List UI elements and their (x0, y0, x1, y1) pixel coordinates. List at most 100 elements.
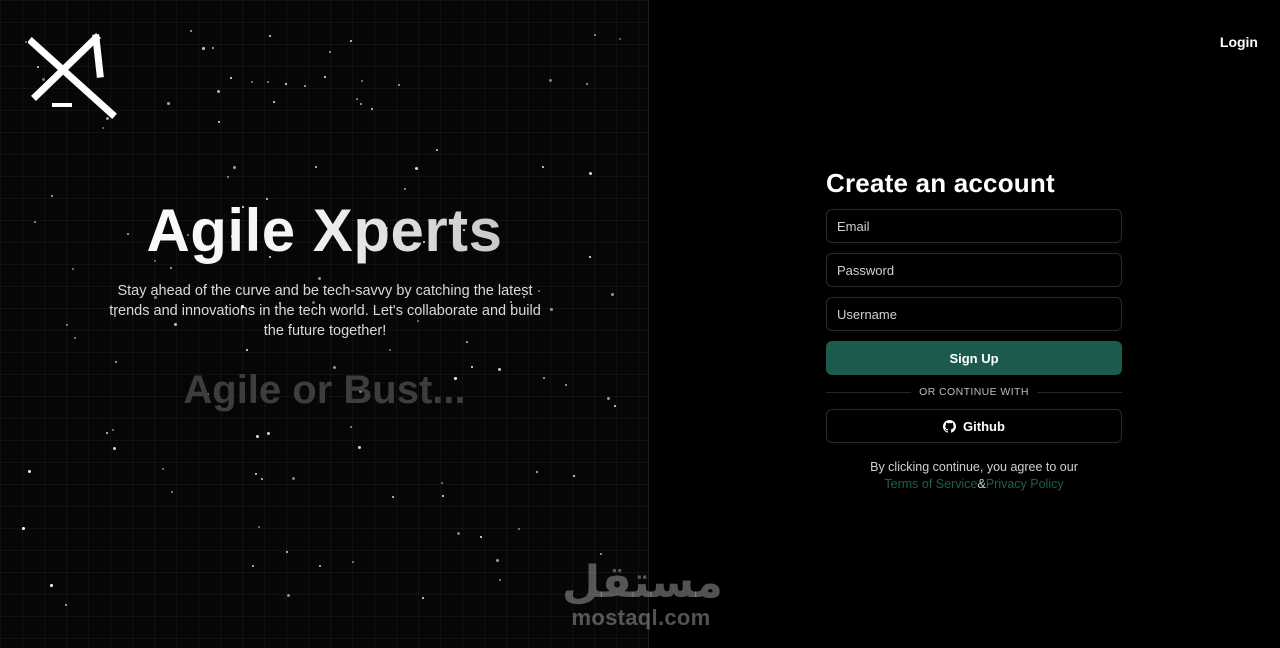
star-dot (304, 85, 306, 87)
hero-title: Agile Xperts (0, 196, 648, 265)
star-dot (258, 526, 260, 528)
divider-text: OR CONTINUE WITH (911, 386, 1037, 398)
mostaql-watermark: مستقل mostaql.com (562, 560, 723, 636)
email-field[interactable] (826, 209, 1122, 243)
star-dot (292, 477, 295, 480)
star-dot (589, 172, 592, 175)
star-dot (422, 597, 424, 599)
star-dot (22, 527, 25, 530)
star-dot (360, 103, 362, 105)
star-dot (66, 324, 68, 326)
username-field[interactable] (826, 297, 1122, 331)
github-button[interactable]: Github (826, 409, 1122, 443)
star-dot (167, 102, 170, 105)
star-dot (273, 101, 275, 103)
star-dot (619, 38, 621, 40)
star-dot (233, 166, 236, 169)
terms-joiner: & (977, 477, 986, 491)
star-dot (115, 361, 117, 363)
star-dot (315, 166, 317, 168)
star-dot (252, 565, 254, 567)
star-dot (74, 337, 76, 339)
star-dot (358, 446, 361, 449)
star-dot (480, 536, 482, 538)
star-dot (350, 40, 352, 42)
signup-page: Agile Xperts Stay ahead of the curve and… (0, 0, 1280, 648)
star-dot (171, 491, 173, 493)
star-dot (65, 604, 67, 606)
star-dot (586, 83, 588, 85)
star-dot (190, 30, 192, 32)
github-button-label: Github (963, 418, 1005, 434)
star-dot (286, 551, 288, 553)
agile-xperts-logo (28, 33, 117, 119)
star-dot (550, 308, 553, 311)
star-dot (600, 553, 602, 555)
star-dot (112, 429, 114, 431)
star-dot (72, 268, 74, 270)
star-dot (217, 90, 220, 93)
star-dot (457, 532, 460, 535)
star-dot (442, 495, 444, 497)
star-dot (361, 80, 363, 82)
star-dot (324, 76, 326, 78)
star-dot (318, 277, 321, 280)
star-dot (352, 561, 354, 563)
star-dot (227, 176, 229, 178)
star-dot (113, 447, 116, 450)
star-dot (230, 77, 232, 79)
terms-of-service-link[interactable]: Terms of Service (884, 477, 977, 491)
sign-up-button[interactable]: Sign Up (826, 341, 1122, 375)
star-dot (267, 432, 270, 435)
star-dot (549, 79, 552, 82)
star-dot (251, 81, 253, 83)
star-dot (106, 432, 108, 434)
star-dot (350, 426, 352, 428)
star-dot (25, 41, 27, 43)
star-dot (285, 83, 287, 85)
divider: OR CONTINUE WITH (826, 386, 1122, 398)
terms-prefix: By clicking continue, you agree to our (870, 460, 1078, 474)
watermark-latin: mostaql.com (571, 605, 711, 630)
star-dot (162, 468, 164, 470)
form-title: Create an account (826, 168, 1055, 198)
star-dot (404, 188, 406, 190)
star-dot (371, 108, 373, 110)
star-dot (415, 167, 418, 170)
star-dot (466, 341, 468, 343)
star-dot (436, 149, 438, 151)
star-dot (267, 81, 269, 83)
star-dot (170, 267, 172, 269)
star-dot (398, 84, 400, 86)
star-dot (611, 293, 614, 296)
star-dot (573, 475, 575, 477)
star-dot (218, 121, 220, 123)
star-dot (441, 482, 443, 484)
star-dot (261, 478, 263, 480)
star-dot (389, 349, 391, 351)
privacy-policy-link[interactable]: Privacy Policy (986, 477, 1064, 491)
star-dot (269, 35, 271, 37)
star-dot (256, 435, 259, 438)
password-field[interactable] (826, 253, 1122, 287)
star-dot (319, 565, 321, 567)
star-dot (594, 34, 596, 36)
star-dot (102, 127, 104, 129)
terms-text: By clicking continue, you agree to our T… (826, 459, 1122, 493)
star-dot (212, 47, 214, 49)
star-dot (28, 470, 31, 473)
star-dot (246, 349, 248, 351)
github-icon (943, 419, 957, 433)
star-dot (329, 51, 331, 53)
login-link[interactable]: Login (1220, 34, 1258, 50)
signup-form: Create an account Sign Up OR CONTINUE WI… (826, 168, 1122, 493)
star-dot (202, 47, 205, 50)
star-dot (255, 473, 257, 475)
star-dot (287, 594, 290, 597)
star-dot (496, 559, 499, 562)
hero-tagline: Agile or Bust... (183, 368, 466, 412)
star-dot (392, 496, 394, 498)
star-dot (499, 579, 501, 581)
star-dot (50, 584, 53, 587)
star-dot (536, 471, 538, 473)
